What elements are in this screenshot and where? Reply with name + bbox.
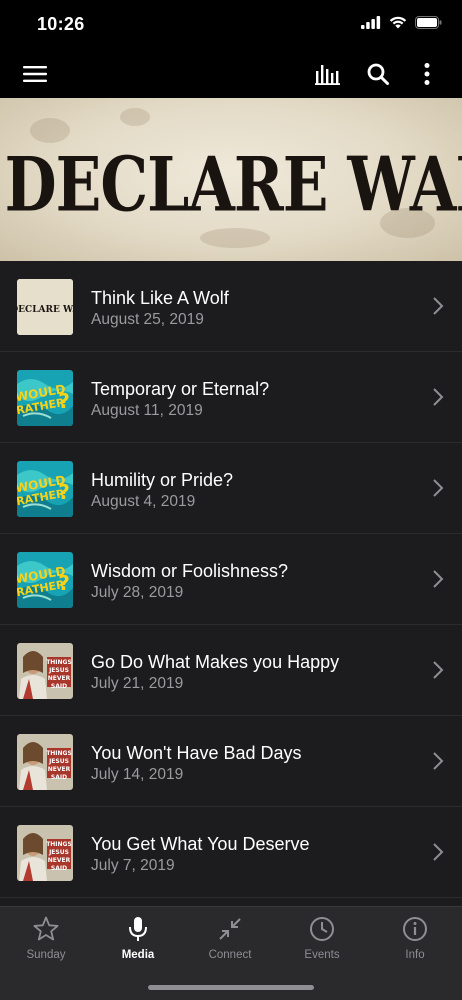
chevron-right-icon (433, 752, 444, 770)
hamburger-menu-icon[interactable] (21, 60, 49, 88)
tab-label: Sunday (26, 949, 66, 961)
tab-media[interactable]: Media (92, 915, 184, 971)
sermon-thumbnail: WOULD RATHER ? (17, 370, 73, 426)
sermon-thumbnail: THINGS JESUS NEVER SAID (17, 825, 73, 881)
svg-text:JESUS: JESUS (48, 849, 69, 856)
svg-text:SAID: SAID (51, 683, 67, 690)
list-item[interactable]: I DECLARE WAR Think Like A Wolf August 2… (0, 261, 462, 352)
svg-text:SAID: SAID (51, 774, 67, 781)
more-vertical-icon[interactable] (413, 60, 441, 88)
series-banner[interactable]: I DECLARE WAR (0, 98, 462, 261)
sermon-title: Go Do What Makes you Happy (91, 652, 340, 672)
svg-text:THINGS: THINGS (46, 659, 72, 666)
battery-icon (415, 16, 442, 29)
sermon-thumbnail: WOULD RATHER ? (17, 552, 73, 608)
chevron-right-icon (433, 843, 444, 861)
list-item[interactable]: THINGS JESUS NEVER SAID Go Do What Makes… (0, 625, 462, 716)
tab-label: Events (304, 949, 340, 961)
chevron-right-icon (433, 297, 444, 315)
svg-text:NEVER: NEVER (48, 766, 71, 773)
svg-text:JESUS: JESUS (48, 667, 69, 674)
home-indicator[interactable] (148, 985, 314, 990)
svg-text:I DECLARE WAR: I DECLARE WAR (17, 305, 73, 315)
tab-label: Media (121, 949, 155, 961)
list-item[interactable]: WOULD RATHER ? Temporary or Eternal? Aug… (0, 352, 462, 443)
svg-text:NEVER: NEVER (48, 857, 71, 864)
sermon-date: August 4, 2019 (91, 493, 196, 510)
svg-text:SAID: SAID (51, 865, 67, 872)
tab-label: Connect (208, 949, 252, 961)
sermon-list: I DECLARE WAR Think Like A Wolf August 2… (0, 261, 462, 906)
chevron-right-icon (433, 388, 444, 406)
compress-arrows-icon (219, 918, 241, 940)
tab-label: Info (405, 949, 425, 961)
svg-text:JESUS: JESUS (48, 758, 69, 765)
cellular-signal-icon (361, 16, 381, 29)
star-icon (33, 916, 59, 941)
sermon-date: August 11, 2019 (91, 402, 203, 419)
sermon-date: July 28, 2019 (91, 584, 184, 601)
audio-bars-icon[interactable] (314, 60, 342, 88)
svg-text:THINGS: THINGS (46, 841, 72, 848)
chevron-right-icon (433, 570, 444, 588)
svg-text:?: ? (58, 389, 70, 413)
info-icon (403, 917, 427, 941)
wifi-icon (389, 16, 407, 29)
sermon-thumbnail: I DECLARE WAR (17, 279, 73, 335)
app-bar (0, 50, 462, 98)
tab-events[interactable]: Events (276, 915, 368, 971)
chevron-right-icon (433, 661, 444, 679)
status-bar: 10:26 (0, 0, 462, 50)
tab-connect[interactable]: Connect (184, 915, 276, 971)
svg-text:?: ? (58, 571, 70, 595)
sermon-thumbnail: THINGS JESUS NEVER SAID (17, 734, 73, 790)
sermon-title: Temporary or Eternal? (91, 379, 270, 399)
sermon-thumbnail: THINGS JESUS NEVER SAID (17, 643, 73, 699)
sermon-date: July 21, 2019 (91, 675, 184, 692)
svg-text:I DECLARE WAR: I DECLARE WAR (0, 141, 462, 229)
tab-sunday[interactable]: Sunday (0, 915, 92, 971)
list-item[interactable]: WOULD RATHER ? Wisdom or Foolishness? Ju… (0, 534, 462, 625)
list-item[interactable]: THINGS JESUS NEVER SAID You Won't Have B… (0, 716, 462, 807)
sermon-title: Wisdom or Foolishness? (91, 561, 289, 581)
sermon-date: August 25, 2019 (91, 311, 204, 328)
svg-text:NEVER: NEVER (48, 675, 71, 682)
banner-logo: I DECLARE WAR (0, 141, 462, 229)
list-item[interactable]: WOULD RATHER ? Humility or Pride? August… (0, 443, 462, 534)
status-time: 10:26 (37, 14, 85, 34)
sermon-title: Humility or Pride? (91, 470, 234, 490)
sermon-title: You Won't Have Bad Days (91, 743, 302, 763)
sermon-date: July 7, 2019 (91, 857, 175, 874)
tab-info[interactable]: Info (369, 915, 461, 971)
sermon-thumbnail: WOULD RATHER ? (17, 461, 73, 517)
sermon-date: July 14, 2019 (91, 766, 184, 783)
svg-text:THINGS: THINGS (46, 750, 72, 757)
sermon-title: You Get What You Deserve (91, 834, 310, 854)
clock-icon (310, 917, 334, 941)
microphone-icon (129, 917, 147, 941)
list-item[interactable]: THINGS JESUS NEVER SAID You Get What You… (0, 807, 462, 898)
status-icons (361, 16, 442, 29)
search-icon[interactable] (364, 60, 392, 88)
sermon-title: Think Like A Wolf (91, 288, 229, 308)
chevron-right-icon (433, 479, 444, 497)
svg-text:?: ? (58, 480, 70, 504)
